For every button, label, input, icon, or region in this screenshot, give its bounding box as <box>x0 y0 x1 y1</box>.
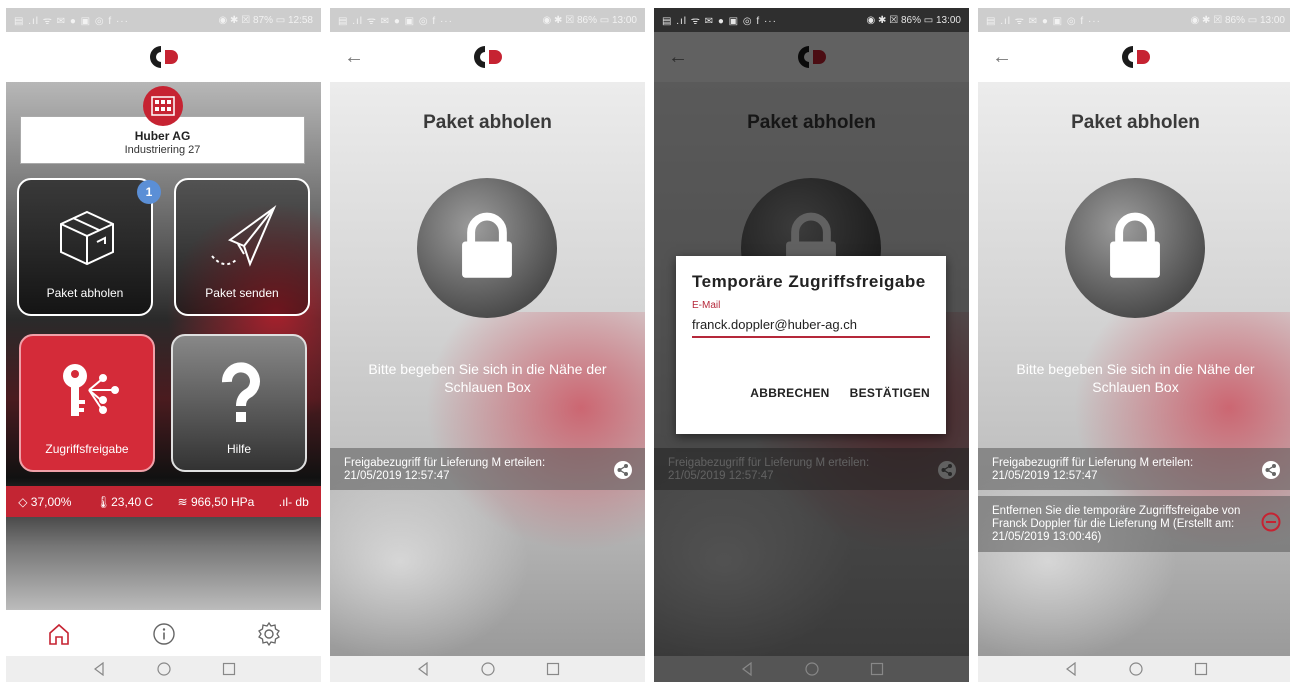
tile-send-package[interactable]: Paket senden <box>174 178 310 316</box>
email-field[interactable] <box>692 315 930 338</box>
access-removal-row: Entfernen Sie die temporäre Zugriffsfrei… <box>978 496 1290 552</box>
signal-icon: .ıl <box>278 494 289 509</box>
humidity-reading: ◇ 37,00% <box>18 494 72 509</box>
notification-badge: 1 <box>137 180 161 204</box>
remove-circle-icon[interactable] <box>1261 512 1281 532</box>
confirm-button[interactable]: BESTÄTIGEN <box>850 386 930 400</box>
email-label: E-Mail <box>692 300 721 311</box>
temporary-access-dialog: Temporäre Zugriffsfreigabe E-Mail ABBREC… <box>676 256 946 434</box>
system-navigation <box>330 656 645 682</box>
back-icon[interactable] <box>1064 662 1078 676</box>
droplet-icon: ◇ <box>18 494 31 509</box>
package-icon <box>60 210 114 266</box>
paper-plane-icon <box>211 205 277 267</box>
tile-pickup-package[interactable]: Paket abholen <box>17 178 153 316</box>
wind-icon: ≋ <box>177 494 191 509</box>
recents-icon[interactable] <box>546 662 560 676</box>
back-icon[interactable] <box>416 662 430 676</box>
proximity-hint: Bitte begeben Sie sich in die Nähe der S… <box>368 361 607 395</box>
share-dialog-screen: ▤ .ıl ᯤ ✉ ● ▣ ◎ f ··· ◉ ✱ ☒ 86% ▭ 13:00 … <box>654 8 969 682</box>
share-icon[interactable] <box>1261 460 1281 480</box>
access-grant-text: Freigabezugriff für Lieferung M erteilen… <box>992 457 1194 482</box>
dialog-title: Temporäre Zugriffsfreigabe <box>692 272 926 291</box>
page-title: Paket abholen <box>1071 112 1200 133</box>
status-left: ▤ .ıl ᯤ ✉ ● ▣ ◎ f ··· <box>338 16 453 27</box>
lock-icon <box>453 212 521 280</box>
signal-reading: .ıl- db <box>278 494 309 509</box>
bottom-navigation <box>6 610 321 658</box>
share-icon[interactable] <box>613 460 633 480</box>
info-icon[interactable] <box>151 621 177 647</box>
status-bar: ▤ .ıl ᯤ ✉ ● ▣ ◎ f ··· ◉ ✱ ☒ 86% ▭ 13:00 <box>978 8 1290 32</box>
access-grant-text: Freigabezugriff für Lieferung M erteilen… <box>344 457 546 482</box>
cancel-button[interactable]: ABBRECHEN <box>750 386 829 400</box>
settings-icon[interactable] <box>256 621 282 647</box>
question-icon <box>222 362 260 422</box>
system-navigation <box>6 656 321 682</box>
home-circle-icon[interactable] <box>157 662 171 676</box>
temperature-reading: 🌡23,40 C <box>95 494 154 509</box>
status-left: ▤ .ıl ᯤ ✉ ● ▣ ◎ f ··· <box>662 16 777 27</box>
home-icon[interactable] <box>46 621 72 647</box>
recents-icon[interactable] <box>1194 662 1208 676</box>
page-title: Paket abholen <box>423 112 552 133</box>
pickup-granted-screen: ▤ .ıl ᯤ ✉ ● ▣ ◎ f ··· ◉ ✱ ☒ 86% ▭ 13:00 … <box>978 8 1290 682</box>
home-circle-icon[interactable] <box>805 662 819 676</box>
lock-icon <box>1101 212 1169 280</box>
status-right: ◉ ✱ ☒ 86% ▭ 13:00 <box>542 14 637 26</box>
tile-access-share[interactable]: Zugriffsfreigabe <box>19 334 155 472</box>
status-right: ◉ ✱ ☒ 86% ▭ 13:00 <box>866 14 961 26</box>
status-left: ▤ .ıl ᯤ ✉ ● ▣ ◎ f ··· <box>986 16 1101 27</box>
recents-icon[interactable] <box>870 662 884 676</box>
app-bar <box>6 32 321 82</box>
tile-label: Zugriffsfreigabe <box>45 442 129 456</box>
tile-label: Hilfe <box>226 442 251 456</box>
pickup-screen: ▤ .ıl ᯤ ✉ ● ▣ ◎ f ··· ◉ ✱ ☒ 86% ▭ 13:00 … <box>330 8 645 682</box>
status-bar: ▤ .ıl ᯤ ✉ ● ▣ ◎ f ··· ◉ ✱ ☒ 87% ▭ 12:58 <box>6 8 321 32</box>
status-right: ◉ ✱ ☒ 87% ▭ 12:58 <box>218 14 313 26</box>
thermometer-icon: 🌡 <box>95 494 112 509</box>
status-right: ◉ ✱ ☒ 86% ▭ 13:00 <box>1190 14 1285 26</box>
status-bar: ▤ .ıl ᯤ ✉ ● ▣ ◎ f ··· ◉ ✱ ☒ 86% ▭ 13:00 <box>654 8 969 32</box>
back-arrow-icon[interactable]: ← <box>992 46 1012 69</box>
access-grant-row: Freigabezugriff für Lieferung M erteilen… <box>330 448 645 490</box>
tile-label: Paket abholen <box>46 286 124 300</box>
access-removal-text: Entfernen Sie die temporäre Zugriffsfrei… <box>992 505 1241 543</box>
brand-logo <box>1119 44 1153 70</box>
unlock-button[interactable] <box>1065 178 1205 318</box>
back-icon[interactable] <box>740 662 754 676</box>
system-navigation <box>654 656 969 682</box>
tile-label: Paket senden <box>205 286 279 300</box>
proximity-hint: Bitte begeben Sie sich in die Nähe der S… <box>1016 361 1255 395</box>
sensor-bar: ◇ 37,00% 🌡23,40 C ≋ 966,50 HPa .ıl- db <box>6 486 321 517</box>
back-icon[interactable] <box>92 662 106 676</box>
status-bar: ▤ .ıl ᯤ ✉ ● ▣ ◎ f ··· ◉ ✱ ☒ 86% ▭ 13:00 <box>330 8 645 32</box>
home-circle-icon[interactable] <box>1129 662 1143 676</box>
building-icon <box>143 86 183 126</box>
pressure-reading: ≋ 966,50 HPa <box>177 494 255 509</box>
app-bar: ← <box>978 32 1290 82</box>
home-screen: ▤ .ıl ᯤ ✉ ● ▣ ◎ f ··· ◉ ✱ ☒ 87% ▭ 12:58 … <box>6 8 321 682</box>
brand-logo <box>471 44 505 70</box>
recents-icon[interactable] <box>222 662 236 676</box>
site-address: Industriering 27 <box>124 144 201 156</box>
tile-help[interactable]: Hilfe <box>171 334 307 472</box>
unlock-button[interactable] <box>417 178 557 318</box>
status-left: ▤ .ıl ᯤ ✉ ● ▣ ◎ f ··· <box>14 16 129 27</box>
key-share-icon <box>63 364 119 416</box>
access-grant-row: Freigabezugriff für Lieferung M erteilen… <box>978 448 1290 490</box>
site-name: Huber AG <box>134 129 191 143</box>
back-arrow-icon[interactable]: ← <box>344 46 364 69</box>
app-bar: ← <box>330 32 645 82</box>
brand-logo <box>147 44 181 70</box>
system-navigation <box>978 656 1290 682</box>
home-circle-icon[interactable] <box>481 662 495 676</box>
